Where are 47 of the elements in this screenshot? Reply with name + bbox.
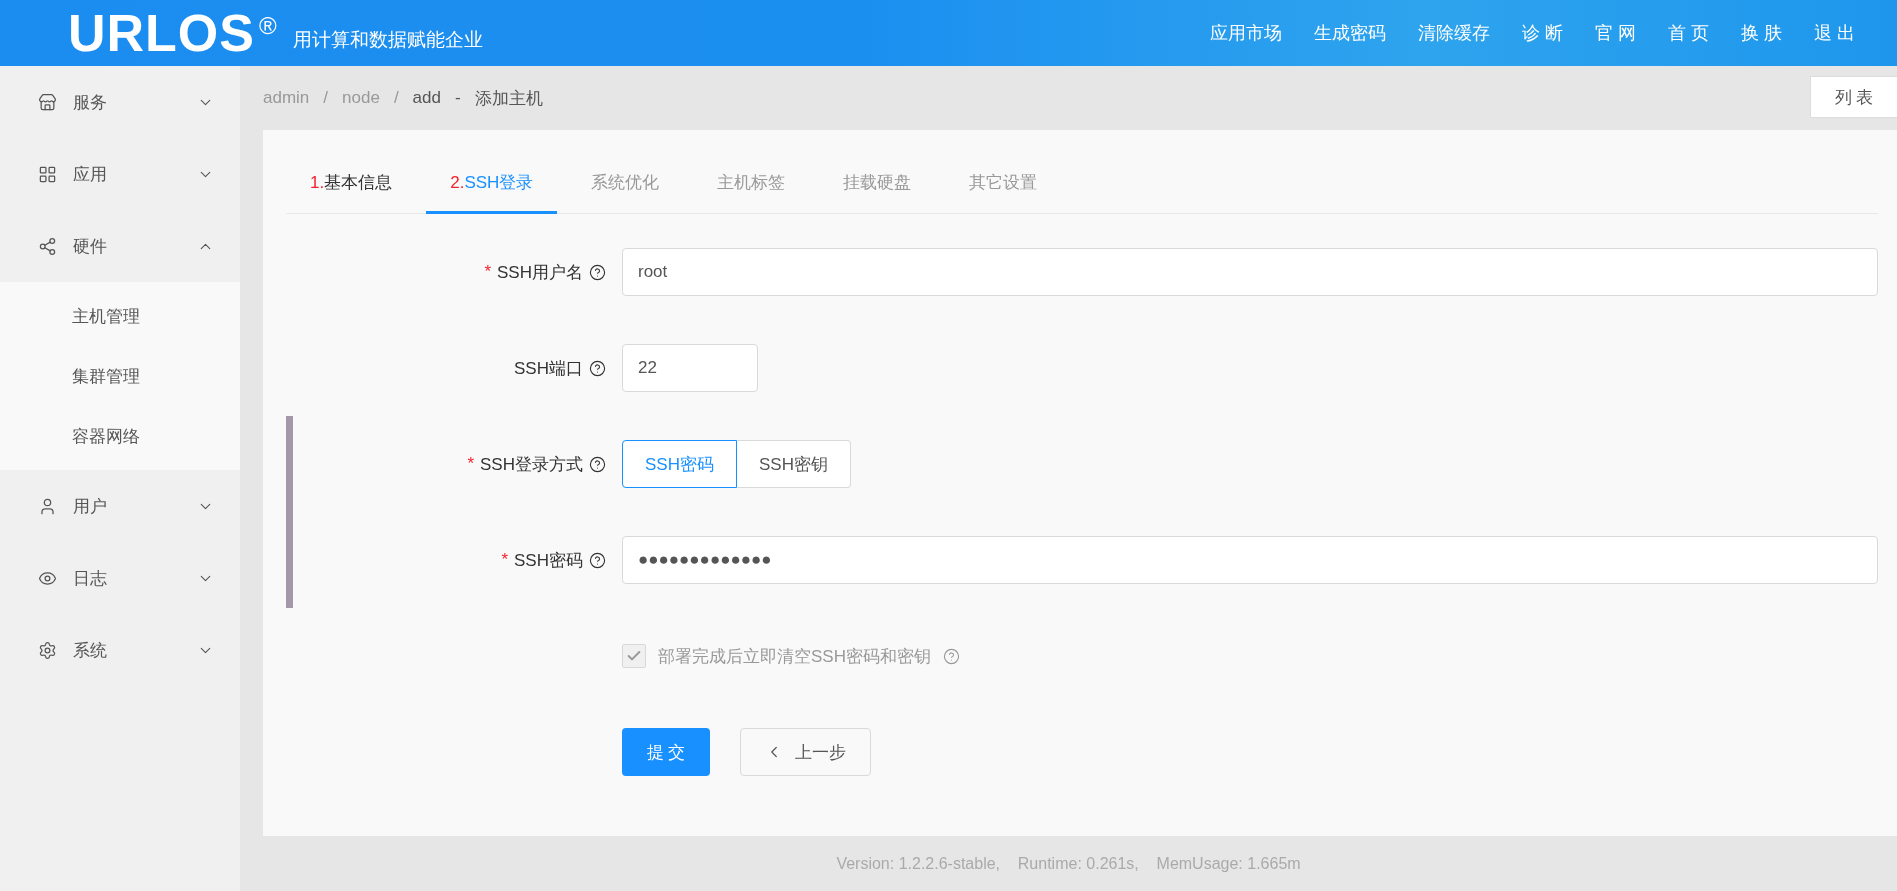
store-icon: [38, 92, 57, 112]
breadcrumb-separator: /: [323, 88, 329, 108]
share-icon: [38, 236, 57, 256]
tagline: 用计算和数据赋能企业: [292, 28, 483, 52]
field-label: SSH端口: [514, 357, 583, 380]
user-icon: [38, 496, 57, 516]
input-field[interactable]: root: [622, 248, 1878, 296]
sidebar-item[interactable]: 日志: [0, 542, 240, 614]
field-label: SSH密码: [514, 549, 583, 572]
help-icon: [589, 551, 606, 569]
sidebar-item[interactable]: 系统: [0, 614, 240, 686]
tab[interactable]: 2.SSH登录: [426, 154, 558, 214]
sidebar-item[interactable]: 用户: [0, 470, 240, 542]
help-icon: [589, 359, 606, 377]
sidebar-item[interactable]: 服务: [0, 66, 240, 138]
grid-icon: [38, 164, 57, 184]
gear-icon: [38, 640, 57, 660]
help-icon: [942, 647, 960, 665]
password-field[interactable]: ●●●●●●●●●●●●●: [622, 536, 1878, 584]
registered-mark: ®: [259, 12, 277, 40]
required-mark: *: [501, 550, 509, 570]
sidebar-item[interactable]: 应用: [0, 138, 240, 210]
tab[interactable]: 1.基本信息: [286, 154, 417, 214]
checkbox-label: 部署完成后立即清空SSH密码和密钥: [658, 645, 931, 668]
nav-link[interactable]: 退 出: [1798, 21, 1871, 45]
field-label: SSH用户名: [497, 261, 583, 284]
submenu-item[interactable]: 集群管理: [0, 346, 240, 406]
submit-button[interactable]: 提 交: [622, 728, 710, 776]
footer-text: Version: 1.2.2.6-stable, Runtime: 0.261s, MemUsage: 1.665m: [835, 853, 1302, 874]
breadcrumb-separator: /: [393, 88, 399, 108]
required-mark: *: [484, 262, 492, 282]
sidebar-item[interactable]: 硬件: [0, 210, 240, 282]
help-icon: [589, 455, 606, 473]
breadcrumb-separator: -: [455, 88, 461, 108]
submenu-item[interactable]: 容器网络: [0, 406, 240, 466]
field-label: SSH登录方式: [480, 453, 583, 476]
required-mark: *: [467, 454, 475, 474]
list-button[interactable]: 列 表: [1810, 76, 1897, 118]
page-title: 添加主机: [474, 87, 543, 110]
breadcrumb-link[interactable]: add: [412, 88, 441, 108]
input-field[interactable]: 22: [622, 344, 758, 392]
help-icon: [589, 263, 606, 281]
radio-button[interactable]: SSH密码: [622, 440, 737, 488]
submenu-item[interactable]: 主机管理: [0, 286, 240, 346]
back-button[interactable]: 上一步: [740, 728, 871, 776]
radio-button[interactable]: SSH密钥: [736, 440, 851, 488]
logo: URLOS: [68, 7, 255, 59]
